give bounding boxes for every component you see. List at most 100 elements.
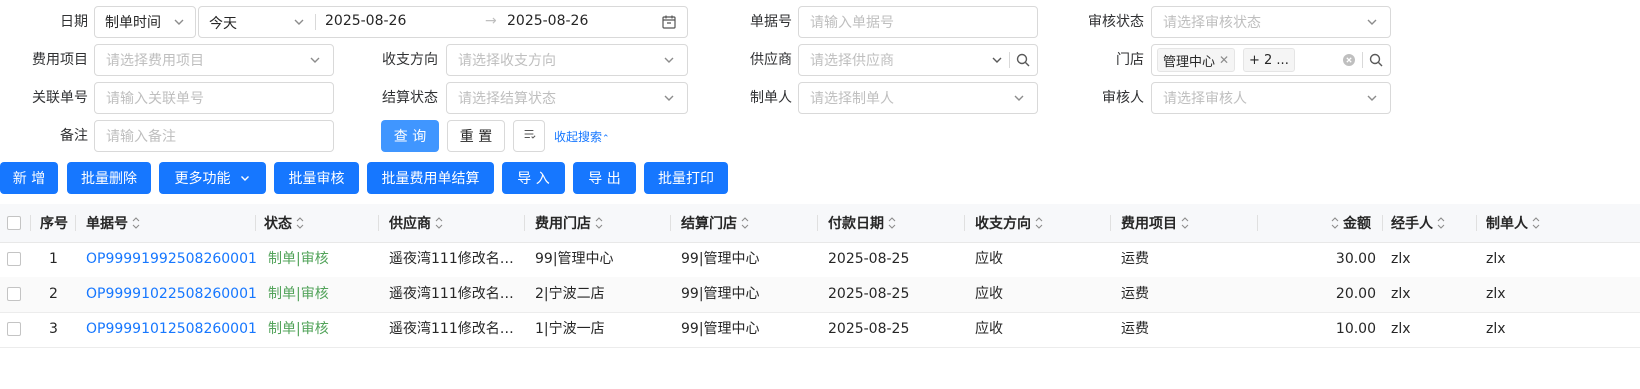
close-icon[interactable]: ✕ — [1219, 53, 1229, 67]
doc-no-placeholder: 请输入单据号 — [810, 15, 894, 31]
row-checkbox[interactable] — [7, 287, 21, 301]
chevron-down-icon — [307, 52, 323, 68]
chevron-down-icon — [239, 172, 251, 184]
clear-icon[interactable] — [1342, 53, 1356, 67]
header-fee-store-label: 费用门店 — [535, 216, 591, 232]
header-creator[interactable]: 制单人 — [1486, 204, 1541, 242]
cell-fee-store: 2|宁波二店 — [535, 286, 605, 302]
related-no-label: 关联单号 — [32, 90, 88, 106]
sort-icon — [1035, 217, 1043, 229]
table-row[interactable]: 2 OP99991022508260001 制单|审核 遥夜湾111修改名… 2… — [0, 277, 1640, 313]
doc-no-input[interactable]: 请输入单据号 — [798, 6, 1038, 38]
header-direction[interactable]: 收支方向 — [975, 204, 1044, 242]
related-no-placeholder: 请输入关联单号 — [106, 91, 204, 107]
sort-icon — [435, 217, 443, 229]
header-settle-store[interactable]: 结算门店 — [681, 204, 750, 242]
cell-seq: 3 — [49, 321, 58, 337]
supplier-select[interactable]: 请选择供应商 — [798, 44, 1038, 76]
date-range-picker[interactable]: 今天 2025-08-26 → 2025-08-26 — [198, 6, 688, 38]
header-fee-store[interactable]: 费用门店 — [535, 204, 604, 242]
row-checkbox[interactable] — [7, 252, 21, 266]
supplier-label: 供应商 — [750, 52, 792, 68]
remark-placeholder: 请输入备注 — [106, 129, 176, 145]
column-settings-button[interactable] — [513, 120, 545, 152]
row-checkbox[interactable] — [7, 322, 21, 336]
cell-direction: 应收 — [975, 321, 1003, 337]
cell-status: 制单|审核 — [268, 286, 329, 302]
header-handler-label: 经手人 — [1391, 216, 1433, 232]
collapse-search-link[interactable]: 收起搜索⌃ — [554, 128, 610, 145]
chevron-down-icon[interactable] — [291, 14, 307, 30]
date-type-select[interactable]: 制单时间 — [94, 6, 196, 38]
cell-amount: 20.00 — [1335, 286, 1376, 302]
cell-doc-no[interactable]: OP99991022508260001 — [86, 277, 257, 312]
import-button[interactable]: 导 入 — [502, 162, 565, 194]
more-functions-label: 更多功能 — [174, 171, 231, 187]
cell-fee-item: 运费 — [1121, 251, 1149, 267]
header-supplier-label: 供应商 — [389, 216, 431, 232]
add-button[interactable]: 新 增 — [0, 162, 58, 194]
calendar-icon[interactable] — [661, 14, 677, 30]
header-doc-no[interactable]: 单据号 — [86, 204, 141, 242]
settle-status-label: 结算状态 — [382, 90, 438, 106]
search-icon[interactable] — [1015, 52, 1031, 68]
export-button[interactable]: 导 出 — [573, 162, 636, 194]
table-row[interactable]: 3 OP99991012508260001 制单|审核 遥夜湾111修改名… 1… — [0, 312, 1640, 348]
cell-handler: zlx — [1391, 321, 1411, 337]
header-direction-label: 收支方向 — [975, 216, 1031, 232]
fee-item-select[interactable]: 请选择费用项目 — [94, 44, 334, 76]
collapse-search-label: 收起搜索 — [554, 130, 603, 144]
creator-placeholder: 请选择制单人 — [810, 91, 894, 107]
fee-item-placeholder: 请选择费用项目 — [106, 53, 204, 69]
cell-doc-no[interactable]: OP99991012508260001 — [86, 312, 257, 347]
date-end-input[interactable]: 2025-08-26 — [507, 13, 588, 29]
more-functions-button[interactable]: 更多功能 — [159, 162, 266, 194]
auditor-select[interactable]: 请选择审核人 — [1151, 82, 1391, 114]
header-amount[interactable]: 金额 — [1330, 204, 1371, 242]
chevron-down-icon — [1011, 90, 1027, 106]
cell-settle-store: 99|管理中心 — [681, 321, 760, 337]
header-handler[interactable]: 经手人 — [1391, 204, 1446, 242]
remark-label: 备注 — [60, 128, 88, 144]
table-row[interactable]: 1 OP99991992508260001 制单|审核 遥夜湾111修改名… 9… — [0, 242, 1640, 278]
cell-supplier: 遥夜湾111修改名… — [389, 251, 514, 267]
sort-icon — [1437, 217, 1445, 229]
date-type-value: 制单时间 — [105, 15, 161, 31]
batch-delete-button[interactable]: 批量删除 — [67, 162, 151, 194]
auditor-label: 审核人 — [1102, 90, 1144, 106]
header-supplier[interactable]: 供应商 — [389, 204, 444, 242]
batch-settle-button[interactable]: 批量费用单结算 — [367, 162, 494, 194]
cell-supplier: 遥夜湾111修改名… — [389, 286, 514, 302]
store-more-tag: + 2 ... — [1243, 48, 1295, 72]
cell-fee-store: 1|宁波一店 — [535, 321, 605, 337]
cell-status: 制单|审核 — [268, 251, 329, 267]
header-status[interactable]: 状态 — [264, 204, 305, 242]
chevron-down-icon[interactable] — [989, 52, 1005, 68]
search-icon[interactable] — [1368, 52, 1384, 68]
header-amount-label: 金额 — [1343, 216, 1371, 232]
settle-status-placeholder: 请选择结算状态 — [458, 91, 556, 107]
creator-select[interactable]: 请选择制单人 — [798, 82, 1038, 114]
header-fee-item[interactable]: 费用项目 — [1121, 204, 1190, 242]
audit-status-label: 审核状态 — [1088, 14, 1144, 30]
direction-select[interactable]: 请选择收支方向 — [446, 44, 688, 76]
remark-input[interactable]: 请输入备注 — [94, 120, 334, 152]
store-select[interactable]: 管理中心 ✕ + 2 ... — [1151, 44, 1391, 76]
cell-doc-no[interactable]: OP99991992508260001 — [86, 242, 257, 277]
cell-handler: zlx — [1391, 286, 1411, 302]
reset-button[interactable]: 重 置 — [447, 120, 505, 152]
header-creator-label: 制单人 — [1486, 216, 1528, 232]
select-all-checkbox[interactable] — [7, 216, 21, 230]
cell-creator: zlx — [1486, 251, 1506, 267]
query-button[interactable]: 查 询 — [381, 120, 439, 152]
related-no-input[interactable]: 请输入关联单号 — [94, 82, 334, 114]
chevron-down-icon — [171, 14, 187, 30]
direction-placeholder: 请选择收支方向 — [458, 53, 556, 69]
audit-status-select[interactable]: 请选择审核状态 — [1151, 6, 1391, 38]
batch-print-button[interactable]: 批量打印 — [644, 162, 728, 194]
header-pay-date[interactable]: 付款日期 — [828, 204, 897, 242]
date-start-input[interactable]: 2025-08-26 — [325, 13, 406, 29]
cell-creator: zlx — [1486, 321, 1506, 337]
batch-audit-button[interactable]: 批量审核 — [274, 162, 359, 194]
settle-status-select[interactable]: 请选择结算状态 — [446, 82, 688, 114]
